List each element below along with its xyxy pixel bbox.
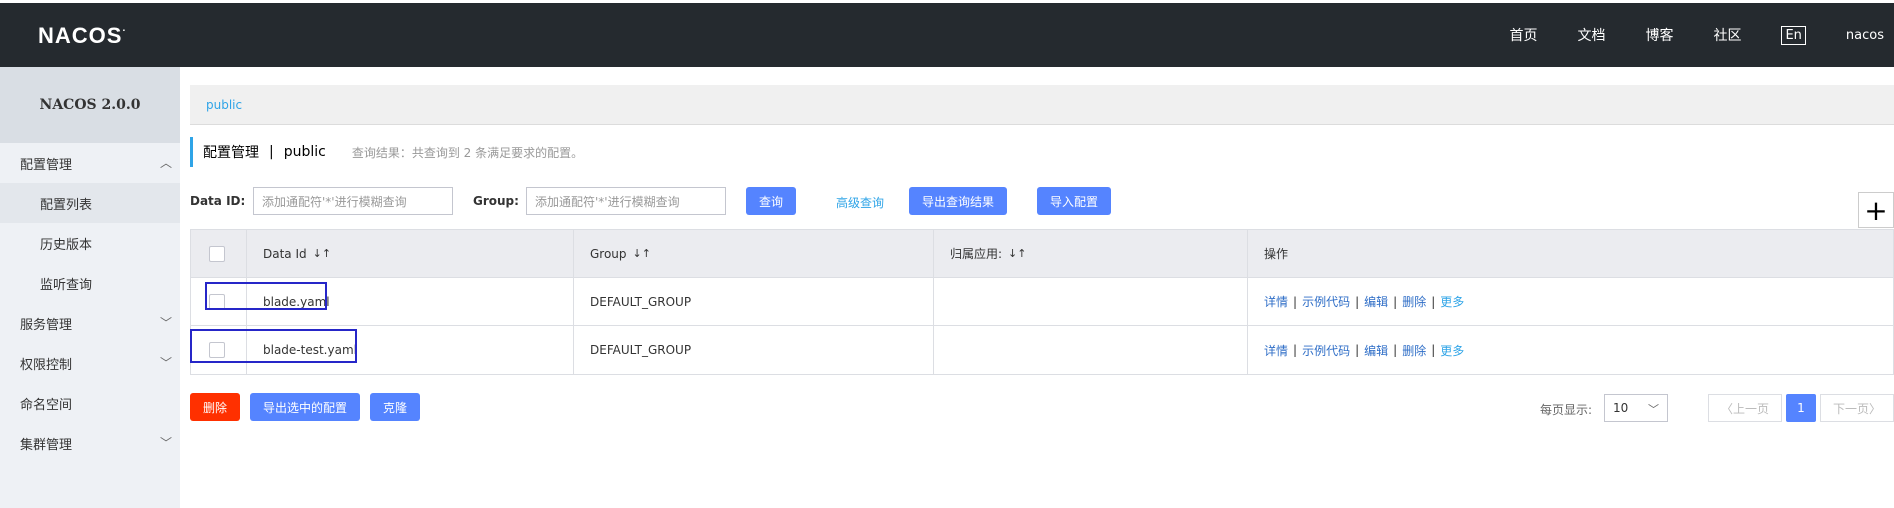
cell-ops: 详情 | 示例代码 | 编辑 | 删除 | 更多: [1264, 293, 1465, 310]
main-content: public 配置管理 | public 查询结果：共查询到 2 条满足要求的配…: [190, 67, 1894, 508]
sidebar-group-service[interactable]: 服务管理 ﹀: [0, 303, 180, 343]
sort-icon[interactable]: ↓↑: [313, 247, 331, 260]
header-app[interactable]: 归属应用: ↓↑: [934, 230, 1248, 277]
highlight-box: [190, 329, 357, 363]
top-navbar: NACOS. 首页 文档 博客 社区 En nacos: [0, 0, 1894, 67]
table-row: blade-test.yaml DEFAULT_GROUP 详情 | 示例代码 | 编辑…: [191, 326, 1893, 374]
nav-docs[interactable]: 文档: [1577, 25, 1605, 45]
chevron-up-icon: ︿: [159, 156, 172, 170]
sidebar-group-config[interactable]: 配置管理 ︿: [0, 143, 180, 183]
chevron-down-icon: ﹀: [159, 356, 172, 370]
user-menu[interactable]: nacos: [1846, 28, 1884, 43]
header-label: 归属应用:: [950, 247, 1003, 261]
detail-link[interactable]: 详情: [1264, 342, 1288, 359]
sort-icon[interactable]: ↓↑: [633, 247, 651, 260]
logo-text: NACOS: [38, 23, 123, 48]
page-number-current[interactable]: 1: [1786, 394, 1816, 422]
sort-icon[interactable]: ↓↑: [1008, 247, 1026, 260]
delete-selected-button[interactable]: 删除: [190, 393, 240, 421]
version-label: NACOS 2.0.0: [0, 67, 180, 143]
cell-ops: 详情 | 示例代码 | 编辑 | 删除 | 更多: [1264, 342, 1465, 359]
header-label: Data Id: [263, 246, 307, 261]
sidebar-group-namespace[interactable]: 命名空间: [0, 383, 180, 423]
header-label: 操作: [1264, 247, 1289, 261]
nav-home[interactable]: 首页: [1509, 25, 1537, 45]
table-header-row: Data Id ↓↑ Group ↓↑ 归属应用: ↓↑ 操作: [191, 230, 1893, 278]
sidebar-group-auth[interactable]: 权限控制 ﹀: [0, 343, 180, 383]
chevron-down-icon: ﹀: [1648, 403, 1659, 416]
cell-app: [934, 278, 1248, 325]
highlight-box: [205, 282, 327, 310]
sample-code-link[interactable]: 示例代码: [1302, 342, 1350, 359]
table-row: blade.yaml DEFAULT_GROUP 详情 | 示例代码 | 编辑 | 删除 | 更…: [191, 278, 1893, 326]
header-data-id[interactable]: Data Id ↓↑: [247, 230, 574, 277]
search-bar: Data ID: 添加通配符'*'进行模糊查询 Group: 添加通配符'*'进…: [190, 187, 1894, 217]
chevron-down-icon: ﹀: [159, 316, 172, 330]
cell-group: DEFAULT_GROUP: [574, 278, 934, 325]
header-label: Group: [590, 246, 627, 261]
query-button[interactable]: 查询: [746, 187, 796, 215]
top-nav-links: 首页 文档 博客 社区 En nacos: [1469, 3, 1884, 67]
sidebar-group-label: 命名空间: [20, 397, 73, 413]
export-query-result-button[interactable]: 导出查询结果: [909, 187, 1007, 215]
detail-link[interactable]: 详情: [1264, 293, 1288, 310]
add-config-button[interactable]: +: [1858, 192, 1894, 228]
config-table: Data Id ↓↑ Group ↓↑ 归属应用: ↓↑ 操作 blade.yaml …: [190, 229, 1894, 375]
data-id-label: Data ID:: [190, 194, 246, 208]
sidebar-group-label: 配置管理: [20, 157, 73, 173]
chevron-right-icon: 〉: [1869, 401, 1882, 416]
page-size-value: 10: [1613, 401, 1629, 415]
group-label: Group:: [473, 194, 519, 208]
more-link[interactable]: 更多: [1440, 342, 1464, 359]
data-id-input[interactable]: 添加通配符'*'进行模糊查询: [253, 187, 453, 215]
select-all-checkbox[interactable]: [209, 245, 225, 262]
next-page-button[interactable]: 下一页〉: [1820, 394, 1894, 422]
sidebar-item-listener-query[interactable]: 监听查询: [0, 263, 180, 303]
nav-community[interactable]: 社区: [1713, 25, 1741, 45]
edit-link[interactable]: 编辑: [1364, 293, 1388, 310]
nav-blog[interactable]: 博客: [1645, 25, 1673, 45]
page-title: 配置管理 | public 查询结果：共查询到 2 条满足要求的配置。: [190, 137, 583, 167]
header-checkbox-cell: [191, 230, 247, 277]
sidebar: NACOS 2.0.0 配置管理 ︿ 配置列表 历史版本 监听查询 服务管理 ﹀…: [0, 67, 180, 508]
page-size-select[interactable]: 10 ﹀: [1604, 394, 1668, 422]
page-size-label: 每页显示:: [1540, 403, 1593, 417]
namespace-tab-public[interactable]: public: [206, 98, 242, 112]
group-input[interactable]: 添加通配符'*'进行模糊查询: [526, 187, 726, 215]
nacos-logo[interactable]: NACOS.: [38, 23, 126, 49]
delete-link[interactable]: 删除: [1402, 342, 1426, 359]
sidebar-group-label: 服务管理: [20, 317, 73, 333]
namespace-bar: public: [190, 85, 1894, 125]
cell-app: [934, 326, 1248, 374]
export-selected-button[interactable]: 导出选中的配置: [250, 393, 360, 421]
next-page-label: 下一页: [1832, 401, 1869, 416]
logo-dot: .: [122, 23, 127, 34]
sidebar-group-label: 权限控制: [20, 357, 73, 373]
chevron-down-icon: ﹀: [159, 436, 172, 450]
import-config-button[interactable]: 导入配置: [1037, 187, 1111, 215]
prev-page-button[interactable]: 〈上一页: [1708, 394, 1782, 422]
title-separator: |: [269, 144, 274, 160]
prev-page-label: 上一页: [1733, 401, 1770, 416]
language-switch-button[interactable]: En: [1781, 25, 1806, 45]
sidebar-group-label: 集群管理: [20, 437, 73, 453]
clone-button[interactable]: 克隆: [370, 393, 420, 421]
header-ops: 操作: [1248, 230, 1893, 277]
advanced-query-link[interactable]: 高级查询: [836, 194, 884, 211]
sample-code-link[interactable]: 示例代码: [1302, 293, 1350, 310]
sidebar-group-cluster[interactable]: 集群管理 ﹀: [0, 423, 180, 463]
page-title-text: 配置管理: [203, 145, 259, 161]
sidebar-item-config-list[interactable]: 配置列表: [0, 183, 180, 223]
edit-link[interactable]: 编辑: [1364, 342, 1388, 359]
cell-group: DEFAULT_GROUP: [574, 326, 934, 374]
header-group[interactable]: Group ↓↑: [574, 230, 934, 277]
query-result-text: 查询结果：共查询到 2 条满足要求的配置。: [351, 145, 584, 160]
chevron-left-icon: 〈: [1720, 401, 1733, 416]
delete-link[interactable]: 删除: [1402, 293, 1426, 310]
table-footer: 删除 导出选中的配置 克隆 每页显示: 10 ﹀ 〈上一页 1 下一页〉: [190, 393, 1894, 423]
page-title-namespace: public: [283, 144, 326, 160]
sidebar-item-history[interactable]: 历史版本: [0, 223, 180, 263]
more-link[interactable]: 更多: [1440, 293, 1464, 310]
